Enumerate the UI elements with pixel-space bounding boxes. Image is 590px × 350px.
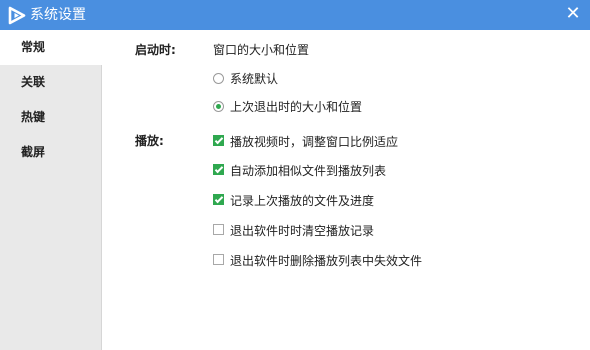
checkbox-unchecked[interactable] [213,224,224,235]
sidebar-item-label: 关联 [21,75,46,89]
startup-label: 启动时: [135,43,176,57]
sidebar-item-general[interactable]: 常规 [0,30,102,65]
checkbox-unchecked[interactable] [213,254,224,265]
sidebar-item-hotkeys[interactable]: 热键 [0,100,101,135]
radio-button-selected[interactable] [213,101,224,112]
radio-label: 上次退出时的大小和位置 [230,100,363,114]
checkbox-label: 退出软件时删除播放列表中失效文件 [230,254,423,268]
settings-panel: 启动时: 窗口的大小和位置 系统默认 上次退出时的大小和位置 播放: 播放视频时… [101,30,590,350]
radio-label: 系统默认 [230,72,279,86]
play-logo-icon [8,6,26,25]
title-bar: 系统设置 ✕ [0,0,590,30]
checkbox-label: 播放视频时，调整窗口比例适应 [230,135,399,149]
checkbox-checked[interactable] [213,164,224,175]
sidebar-item-screenshot[interactable]: 截屏 [0,135,101,170]
close-icon: ✕ [565,3,581,24]
sidebar-item-association[interactable]: 关联 [0,65,101,100]
playback-label: 播放: [135,134,164,148]
close-button[interactable]: ✕ [562,3,584,25]
checkbox-checked[interactable] [213,194,224,205]
sidebar-item-label: 热键 [21,110,46,124]
sidebar-item-label: 截屏 [21,145,46,159]
checkbox-label: 自动添加相似文件到播放列表 [230,164,387,178]
checkbox-label: 退出软件时时清空播放记录 [230,224,375,238]
window-title: 系统设置 [30,7,86,23]
sidebar-item-label: 常规 [21,40,46,54]
sidebar: 常规 关联 热键 截屏 [0,30,102,350]
window-size-heading: 窗口的大小和位置 [213,43,310,57]
checkbox-label: 记录上次播放的文件及进度 [230,194,375,208]
radio-button[interactable] [213,73,224,84]
checkbox-checked[interactable] [213,135,224,146]
